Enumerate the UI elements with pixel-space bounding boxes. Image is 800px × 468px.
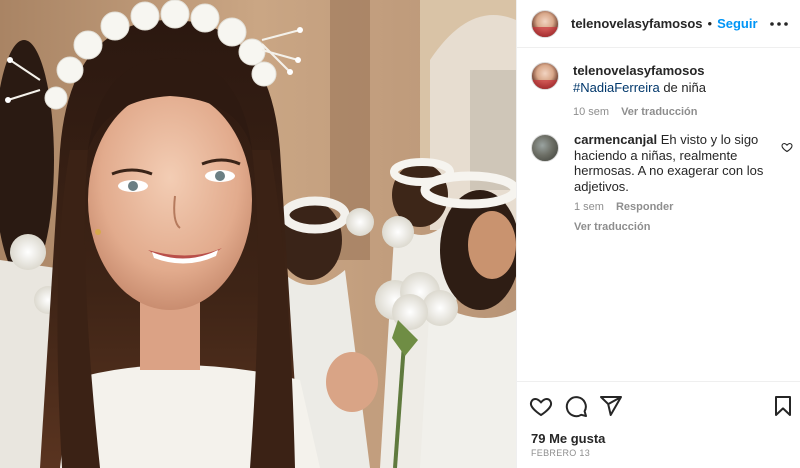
author-avatar[interactable] xyxy=(531,9,559,38)
caption-username[interactable]: telenovelasyfamosos xyxy=(573,62,791,79)
caption-author-avatar[interactable] xyxy=(531,62,559,90)
post-photo[interactable] xyxy=(0,0,516,468)
caption-hashtag[interactable]: #NadiaFerreira xyxy=(573,80,660,95)
author-username[interactable]: telenovelasyfamosos xyxy=(571,16,703,31)
post-photo-illustration xyxy=(0,0,516,468)
follow-button[interactable]: Seguir xyxy=(717,16,757,31)
comment-username[interactable]: carmencanjal xyxy=(574,132,657,147)
comment-item: carmencanjal Eh visto y lo sigo haciendo… xyxy=(531,132,793,235)
commenter-avatar[interactable] xyxy=(531,134,559,162)
header-separator: • xyxy=(707,16,713,31)
caption-text: de niña xyxy=(659,80,706,95)
comment-like-heart-icon[interactable] xyxy=(781,140,793,153)
post-side-panel: telenovelasyfamosos • Seguir telenovelas… xyxy=(516,0,800,468)
heart-icon[interactable] xyxy=(529,394,553,418)
comment-reply-button[interactable]: Responder xyxy=(616,200,673,216)
comment-time: 1 sem xyxy=(574,201,604,213)
post-caption: telenovelasyfamosos #NadiaFerreira de ni… xyxy=(531,62,791,121)
more-horizontal-icon[interactable] xyxy=(769,14,789,34)
likes-count[interactable]: 79 Me gusta xyxy=(531,431,605,446)
paper-plane-icon[interactable] xyxy=(599,394,623,418)
post-date: FEBRERO 13 xyxy=(531,448,591,458)
caption-translate-link[interactable]: Ver traducción xyxy=(621,104,697,121)
bookmark-icon[interactable] xyxy=(771,394,795,418)
comment-bubble-icon[interactable] xyxy=(564,394,588,418)
caption-time: 10 sem xyxy=(573,106,610,118)
post-header: telenovelasyfamosos • Seguir xyxy=(517,0,800,48)
comment-translate-link[interactable]: Ver traducción xyxy=(574,220,779,236)
post-actions: 79 Me gusta FEBRERO 13 xyxy=(517,381,800,468)
